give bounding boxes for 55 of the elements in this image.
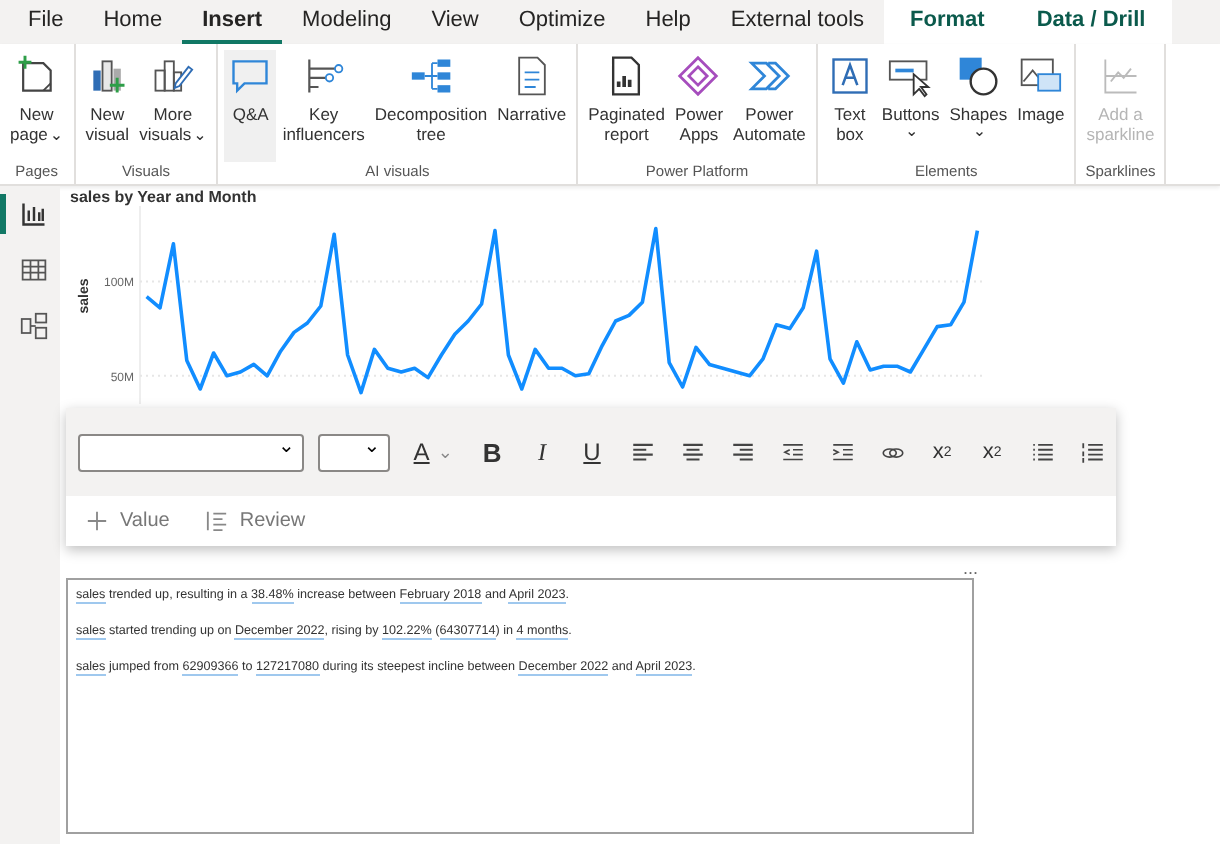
font-family-dropdown[interactable]: ⌄ [78,433,305,471]
menu-tab[interactable]: Optimize [498,0,626,44]
outdent-icon [779,439,806,465]
menu-tab[interactable]: Home [83,0,183,44]
menu-tab[interactable]: Format [884,0,1011,44]
font-size-dropdown[interactable]: ⌄ [318,433,391,471]
speech-bubble-icon [228,54,273,98]
list-icon [205,510,228,532]
ribbon-button[interactable]: Decomposition tree [370,50,492,162]
more-options-button[interactable]: ... [962,558,978,578]
menu-tab[interactable]: Help [625,0,711,44]
plus-icon [86,510,108,532]
diamond-icon [676,54,721,98]
ribbon-button[interactable]: Power Apps [670,50,728,162]
script-button[interactable]: x$^{2}$ [922,432,963,472]
ribbon-button[interactable]: Paginated report [584,50,669,162]
ribbon-button[interactable]: More visuals⌄ [135,50,211,162]
cursor-button-icon [888,54,933,98]
add-value-button[interactable]: Value [86,510,170,532]
ribbon-button[interactable]: New page⌄ [6,50,68,162]
align-center-icon [679,439,706,465]
sparkline-icon [1098,54,1143,98]
bar-chart-icon [19,200,47,228]
chart-title: sales by Year and Month [70,188,257,206]
table-icon [19,256,47,284]
ribbon-button[interactable]: Image [1013,50,1069,162]
ribbon-button[interactable]: Power Automate [729,50,810,162]
review-button[interactable]: Review [205,510,306,532]
image-icon [1018,54,1063,98]
indent-icon [829,439,856,465]
ribbon-button[interactable]: Narrative [493,50,571,162]
underline-button[interactable]: U [572,432,613,472]
italic-button[interactable]: I [522,432,563,472]
ribbon-button[interactable]: Buttons ⌄ [877,50,944,162]
numbered-list-icon [1079,439,1106,465]
tree-icon [409,54,454,98]
menu-tab[interactable]: Modeling [282,0,412,44]
font-color-button[interactable]: A ⌄ [404,432,463,472]
model-icon [19,312,47,340]
chart-pencil-icon [150,54,195,98]
menu-tab[interactable]: File [8,0,84,44]
align-left-icon [629,439,656,465]
ribbon-button[interactable]: Text box [823,50,876,162]
ribbon-button[interactable]: Shapes ⌄ [945,50,1012,162]
shapes-icon [956,54,1001,98]
menu-tab[interactable]: External tools [710,0,885,44]
align-right-icon [729,439,756,465]
menu-tab[interactable]: View [411,0,499,44]
ribbon-button[interactable]: Key influencers [278,50,369,162]
text-box-icon [827,54,872,98]
bold-button[interactable]: B [472,432,513,472]
ribbon-button[interactable]: New visual [81,50,134,162]
bullet-list-icon [1029,439,1056,465]
menu-tab[interactable]: Data / Drill [1010,0,1172,44]
ribbon-button[interactable]: Q&A [224,50,277,162]
